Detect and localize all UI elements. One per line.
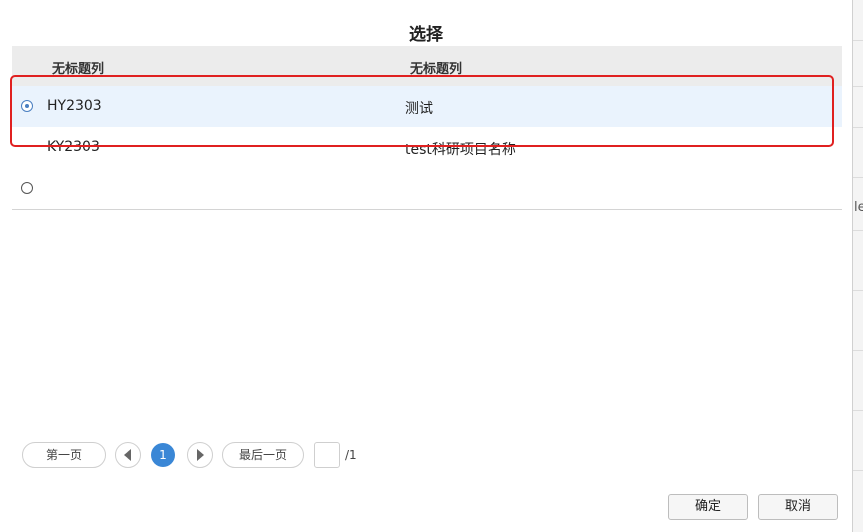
dialog-title: 选择 [409,25,443,45]
row-name-cell: test科研项目名称 [405,142,516,158]
background-divider [852,290,863,291]
background-divider [852,350,863,351]
row-name-cell: 测试 [405,101,433,117]
column-header-code: 无标题列 [52,62,105,77]
ok-button[interactable]: 确定 [668,494,748,520]
prev-page-button[interactable] [115,442,141,468]
background-divider [852,470,863,471]
column-header-name: 无标题列 [410,62,463,77]
row-code-cell: HY2303 [47,98,102,114]
triangle-right-icon [197,449,204,461]
cancel-button[interactable]: 取消 [758,494,838,520]
background-divider [852,86,863,87]
next-page-button[interactable] [187,442,213,468]
row-radio-button[interactable] [21,100,33,112]
row-code-cell: KY2303 [47,139,100,155]
pagination-bar: 第一页 1 最后一页 /1 [0,440,852,470]
table-row[interactable]: KY2303 test科研项目名称 [12,127,842,169]
first-page-button[interactable]: 第一页 [22,442,106,468]
last-page-button[interactable]: 最后一页 [222,442,304,468]
page-number-input[interactable] [314,442,340,468]
row-radio-button[interactable] [21,182,33,194]
background-divider [852,40,863,41]
background-divider [852,410,863,411]
current-page-indicator[interactable]: 1 [151,443,175,467]
table-row[interactable] [12,168,842,210]
background-divider [852,230,863,231]
page-total-label: /1 [345,448,357,462]
select-dialog: 选择 无标题列 无标题列 HY2303 测试 KY2303 test科研项目名称… [0,0,853,532]
triangle-left-icon [124,449,131,461]
background-app-strip: le [852,0,863,532]
table-row[interactable]: HY2303 测试 [12,86,842,128]
background-divider [852,177,863,178]
background-text-fragment: le [854,200,863,215]
table-header: 无标题列 无标题列 [12,46,842,86]
background-divider [852,127,863,128]
